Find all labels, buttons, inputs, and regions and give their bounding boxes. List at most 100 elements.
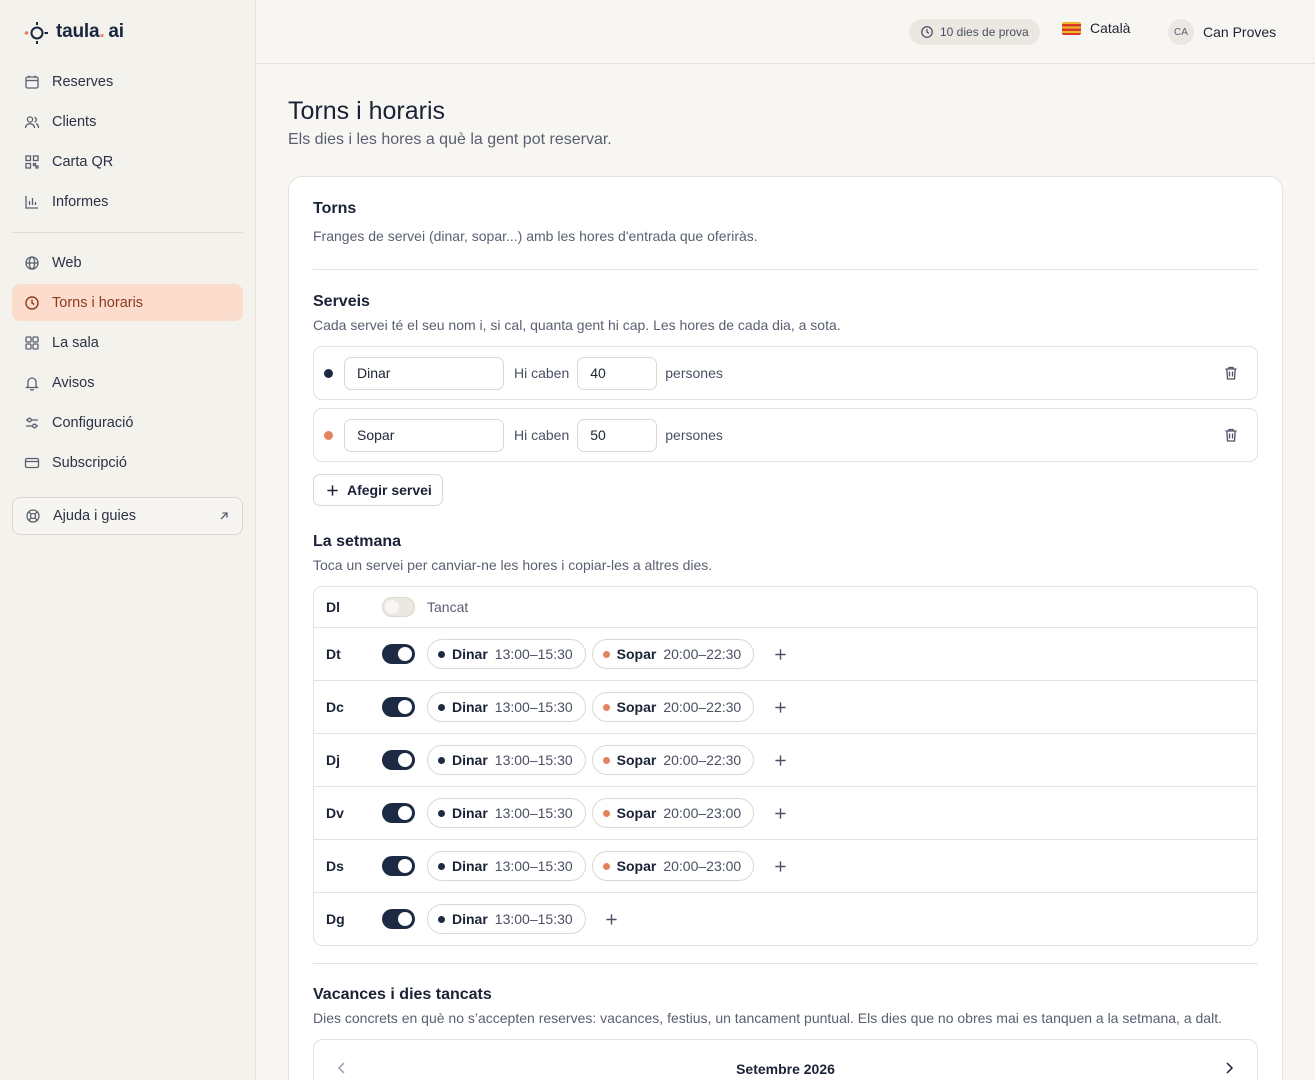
slot-time: 13:00–15:30: [494, 911, 573, 927]
service-capacity-input[interactable]: 50: [577, 418, 658, 452]
day-name: Dv: [326, 805, 344, 821]
day-toggle[interactable]: [382, 856, 415, 876]
service-color-dot: [602, 809, 610, 817]
day-toggle[interactable]: [382, 644, 415, 664]
help-link[interactable]: Ajuda i guies: [12, 497, 243, 535]
plus-icon: [606, 913, 617, 925]
sidebar-item-informes[interactable]: Informes: [12, 183, 243, 220]
sidebar-item-avisos[interactable]: Avisos: [12, 364, 243, 401]
day-toggle[interactable]: [382, 697, 415, 717]
sidebar-item-la-sala[interactable]: La sala: [12, 324, 243, 361]
add-slot-button[interactable]: [766, 852, 794, 880]
service-capacity-input[interactable]: 40: [577, 356, 658, 390]
service-color-dot: [438, 915, 445, 923]
slot-chip[interactable]: Sopar 20:00–23:00: [591, 798, 755, 828]
capacity-label: Hi caben: [514, 427, 570, 443]
trash-icon[interactable]: [1223, 427, 1239, 443]
service-row: Sopar Hi caben 50 persones: [313, 408, 1258, 462]
serveis-description: Cada servei té el seu nom i, si cal, qua…: [313, 317, 841, 333]
day-row-dg: Dg Dinar 13:00–15:30: [314, 892, 1257, 945]
add-slot-button[interactable]: [598, 905, 626, 933]
section-divider: [313, 269, 1258, 270]
slot-chip[interactable]: Sopar 20:00–22:30: [591, 745, 755, 775]
plus-icon: [775, 860, 786, 872]
slot-chip[interactable]: Sopar 20:00–23:00: [591, 851, 755, 881]
trash-icon[interactable]: [1223, 365, 1239, 381]
day-name: Dj: [326, 752, 340, 768]
slot-time: 13:00–15:30: [494, 858, 573, 874]
sidebar-item-web[interactable]: Web: [12, 244, 243, 281]
day-row-ds: Ds Dinar 13:00–15:30 Sopar 20:00–23:00: [314, 839, 1257, 892]
sidebar-item-torns-i-horaris[interactable]: Torns i horaris: [12, 284, 243, 321]
globe-icon: [25, 255, 39, 270]
sidebar-item-label: Web: [52, 254, 82, 271]
language-selector[interactable]: Català: [1062, 20, 1130, 36]
plus-icon: [775, 701, 786, 713]
slot-chip[interactable]: Dinar 13:00–15:30: [427, 798, 586, 828]
slot-service: Dinar: [452, 805, 488, 821]
logo[interactable]: taula. ai: [24, 18, 124, 46]
trial-badge[interactable]: 10 dies de prova: [909, 19, 1040, 45]
sidebar-item-label: Subscripció: [52, 454, 127, 471]
slot-chip[interactable]: Dinar 13:00–15:30: [427, 639, 586, 669]
sliders-icon: [26, 417, 38, 428]
logo-icon: [24, 20, 48, 44]
slot-service: Sopar: [616, 699, 657, 715]
user-menu[interactable]: CA Can Proves: [1168, 19, 1276, 45]
add-service-button[interactable]: Afegir servei: [313, 474, 443, 506]
slot-chip[interactable]: Dinar 13:00–15:30: [427, 904, 586, 934]
sidebar-item-label: Configuració: [52, 414, 134, 431]
clock-icon: [921, 26, 933, 38]
day-toggle[interactable]: [382, 597, 415, 617]
slot-chip[interactable]: Dinar 13:00–15:30: [427, 851, 586, 881]
day-name: Dt: [326, 646, 341, 662]
service-color-dot: [438, 862, 445, 870]
add-slot-button[interactable]: [766, 746, 794, 774]
sidebar-item-subscripcio[interactable]: Subscripció: [12, 444, 243, 481]
sidebar-item-configuracio[interactable]: Configuració: [12, 404, 243, 441]
add-slot-button[interactable]: [766, 640, 794, 668]
slot-chip[interactable]: Sopar 20:00–22:30: [591, 692, 755, 722]
serveis-title: Serveis: [313, 293, 370, 310]
add-slot-button[interactable]: [766, 799, 794, 827]
slot-time: 13:00–15:30: [494, 805, 573, 821]
slot-time: 20:00–23:00: [663, 858, 742, 874]
sidebar-item-clients[interactable]: Clients: [12, 103, 243, 140]
closed-label: Tancat: [427, 599, 469, 615]
slot-time: 13:00–15:30: [494, 752, 573, 768]
slot-service: Dinar: [452, 646, 488, 662]
slot-service: Sopar: [616, 805, 657, 821]
day-toggle[interactable]: [382, 909, 415, 929]
external-arrow-icon: [220, 512, 228, 520]
sidebar: taula. ai Reserves Clients Carta QR Infor…: [0, 0, 256, 1080]
sidebar-item-reserves[interactable]: Reserves: [12, 63, 243, 100]
help-label: Ajuda i guies: [53, 508, 137, 524]
nav-divider: [12, 232, 243, 233]
slot-chip[interactable]: Dinar 13:00–15:30: [427, 745, 586, 775]
section-divider: [313, 963, 1258, 964]
day-toggle[interactable]: [382, 803, 415, 823]
service-name-input[interactable]: Sopar: [344, 418, 504, 452]
card-icon: [24, 457, 40, 468]
slot-service: Dinar: [452, 858, 488, 874]
plus-icon: [775, 754, 786, 766]
trial-label: 10 dies de prova: [940, 25, 1029, 39]
day-row-dc: Dc Dinar 13:00–15:30 Sopar 20:00–22:30: [314, 680, 1257, 733]
capacity-unit: persones: [665, 427, 723, 443]
service-color-dot: [602, 703, 610, 711]
day-row-dl: Dl Tancat: [314, 587, 1257, 627]
slot-time: 20:00–23:00: [663, 805, 742, 821]
day-name: Dc: [326, 699, 344, 715]
sidebar-item-carta-qr[interactable]: Carta QR: [12, 143, 243, 180]
avatar: CA: [1168, 19, 1194, 45]
day-toggle[interactable]: [382, 750, 415, 770]
chevron-right-icon[interactable]: [1221, 1060, 1237, 1076]
add-slot-button[interactable]: [766, 693, 794, 721]
slot-chip[interactable]: Dinar 13:00–15:30: [427, 692, 586, 722]
sidebar-item-label: Informes: [52, 193, 109, 210]
slot-service: Dinar: [452, 911, 488, 927]
slot-chip[interactable]: Sopar 20:00–22:30: [591, 639, 755, 669]
slot-service: Dinar: [452, 699, 488, 715]
nav-primary: Reserves Clients Carta QR Informes: [12, 63, 243, 223]
service-name-input[interactable]: Dinar: [344, 356, 504, 390]
